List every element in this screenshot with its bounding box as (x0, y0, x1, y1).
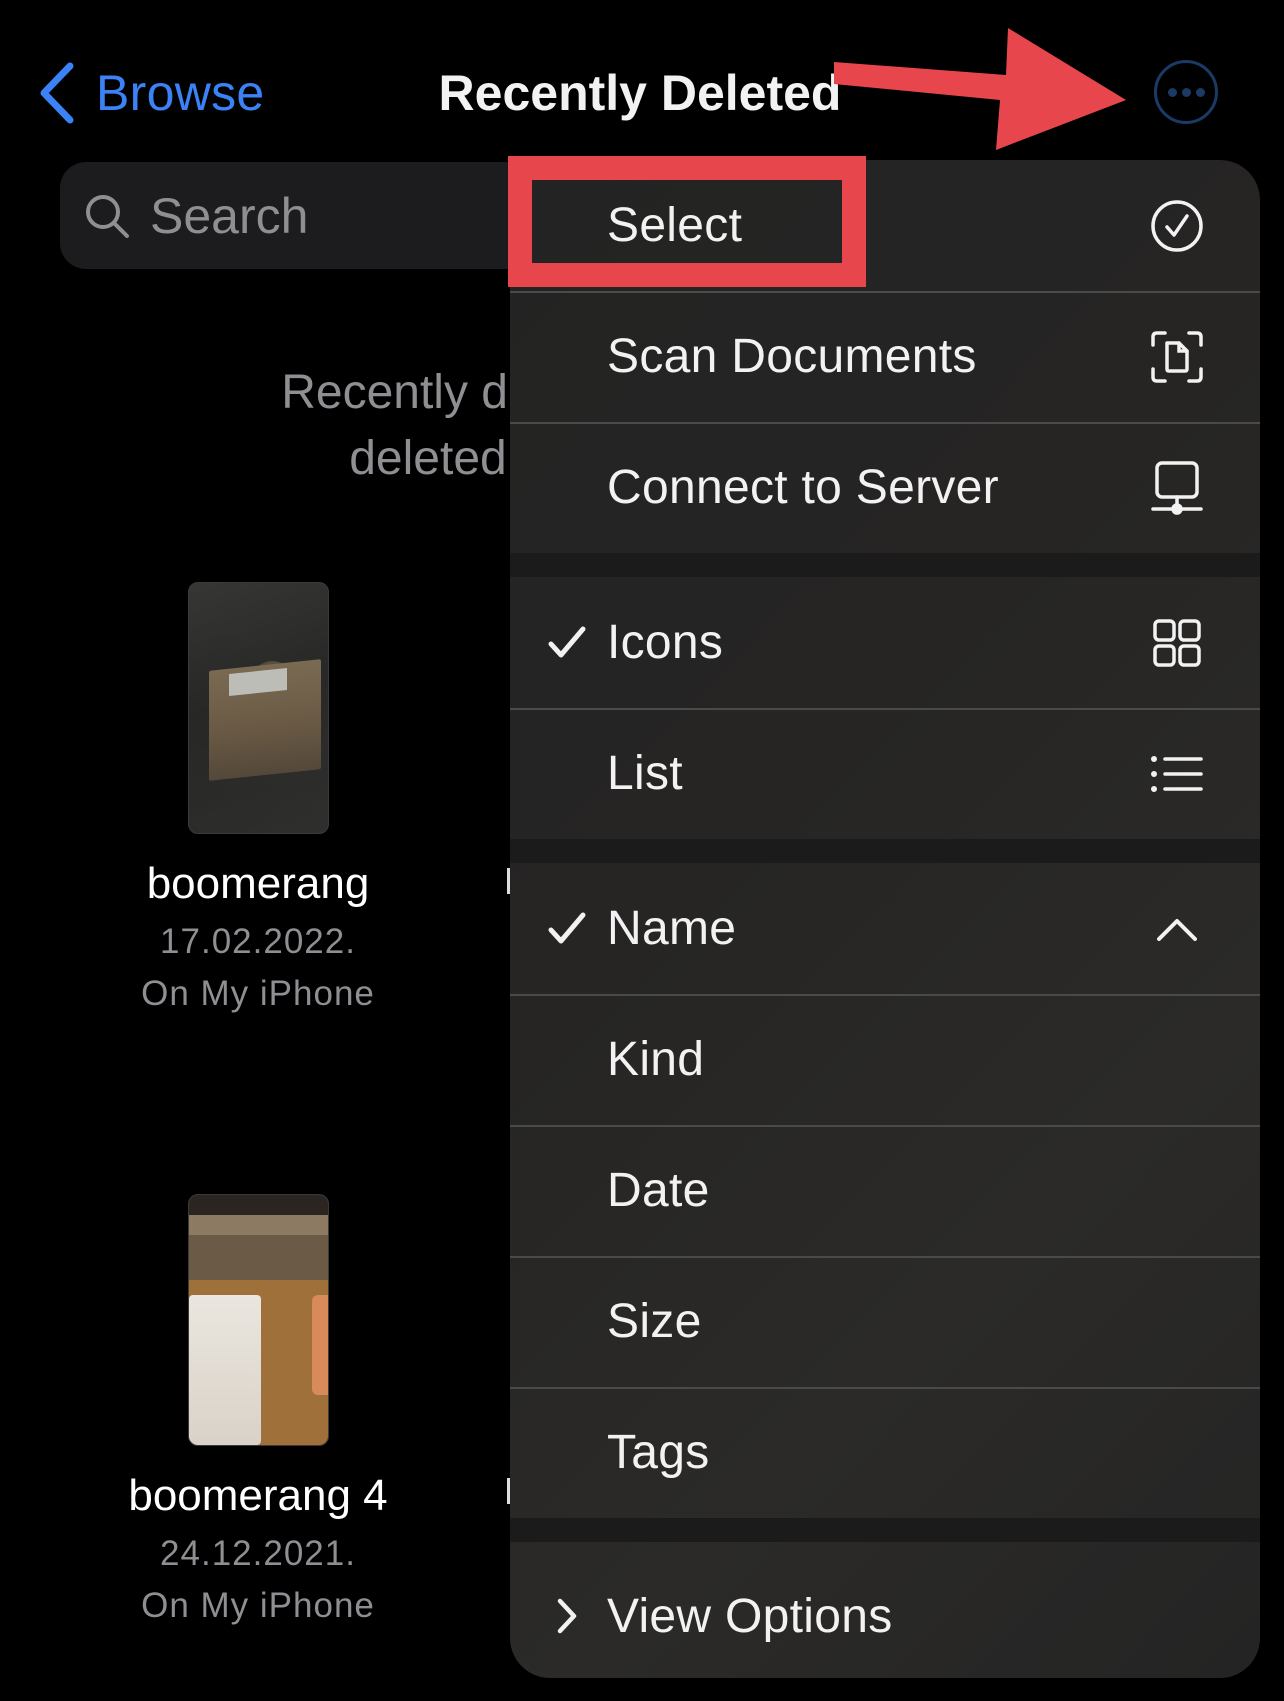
menu-item-select[interactable]: Select (510, 160, 1260, 291)
menu-item-label: View Options (607, 1589, 893, 1643)
search-icon (86, 194, 129, 238)
file-item[interactable]: boomerang 4 24.12.2021. On My iPhone (93, 1194, 423, 1628)
menu-item-connect-to-server[interactable]: Connect to Server (510, 422, 1260, 553)
file-location: On My iPhone (141, 1586, 375, 1625)
server-display-icon (1149, 460, 1205, 516)
menu-item-sort-date[interactable]: Date (510, 1125, 1260, 1256)
checkmark-icon (546, 622, 588, 664)
files-app-screen: Browse Recently Deleted Recently deleted… (0, 0, 1284, 1701)
menu-item-label: Icons (607, 616, 724, 669)
menu-item-sort-kind[interactable]: Kind (510, 994, 1260, 1125)
menu-item-label: Date (607, 1164, 710, 1217)
ellipsis-circle-icon (1167, 87, 1205, 97)
page-title: Recently Deleted (438, 65, 842, 121)
file-date: 24.12.2021. (160, 1534, 356, 1573)
search-input[interactable] (150, 186, 530, 245)
chevron-left-icon (40, 62, 74, 124)
menu-item-label: Kind (607, 1033, 705, 1086)
file-thumbnail (187, 582, 329, 834)
back-label: Browse (96, 65, 265, 121)
menu-item-label: Name (607, 902, 737, 955)
menu-item-label: Size (607, 1295, 702, 1348)
search-field[interactable] (60, 162, 580, 269)
doc-viewfinder-icon (1149, 329, 1205, 385)
file-location: On My iPhone (141, 974, 375, 1013)
menu-item-label: Scan Documents (607, 330, 977, 383)
menu-item-view-options[interactable]: View Options (510, 1542, 1260, 1678)
back-button[interactable]: Browse (38, 58, 265, 128)
file-name: boomerang 4 (128, 1471, 388, 1520)
file-item[interactable]: boomerang 17.02.2022. On My iPhone (93, 582, 423, 1016)
list-bullet-icon (1149, 746, 1205, 802)
menu-item-view-icons[interactable]: Icons (510, 577, 1260, 708)
menu-item-label: Tags (607, 1426, 710, 1479)
more-options-button[interactable] (1154, 60, 1218, 124)
menu-item-sort-size[interactable]: Size (510, 1256, 1260, 1387)
menu-item-label: Select (607, 199, 743, 252)
chevron-up-icon (1149, 901, 1205, 957)
menu-item-sort-name[interactable]: Name (510, 863, 1260, 994)
checkmark-circle-icon (1149, 198, 1205, 254)
menu-item-label: List (607, 747, 683, 800)
chevron-right-icon (546, 1595, 588, 1637)
menu-group-separator (510, 1518, 1260, 1542)
menu-item-scan-documents[interactable]: Scan Documents (510, 291, 1260, 422)
file-name: boomerang (146, 859, 370, 908)
menu-group-separator (510, 553, 1260, 577)
file-thumbnail (187, 1194, 329, 1446)
checkmark-icon (546, 908, 588, 950)
options-menu: Select Scan Documents Connect to Server … (510, 160, 1260, 1678)
menu-item-view-list[interactable]: List (510, 708, 1260, 839)
square-grid-icon (1149, 615, 1205, 671)
menu-group-separator (510, 839, 1260, 863)
file-date: 17.02.2022. (160, 922, 356, 961)
menu-item-label: Connect to Server (607, 461, 999, 514)
menu-item-sort-tags[interactable]: Tags (510, 1387, 1260, 1518)
